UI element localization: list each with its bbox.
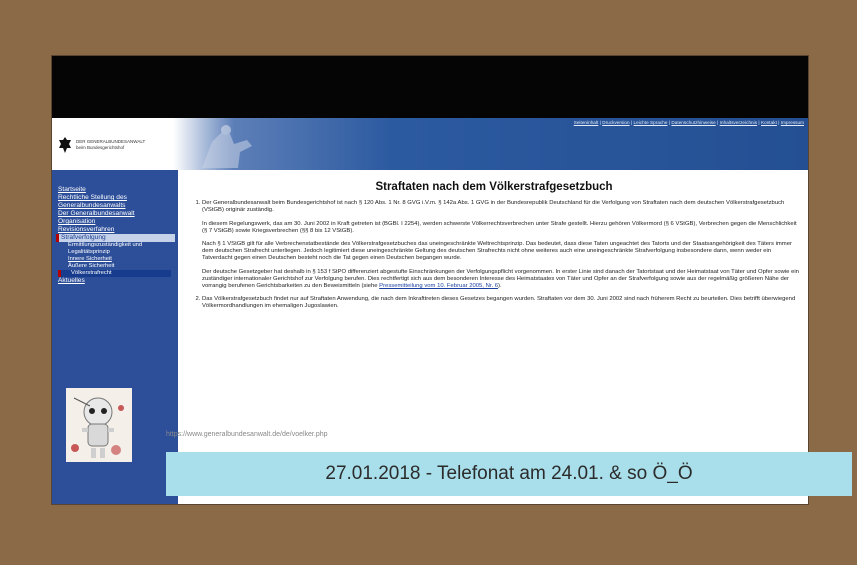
justitia-statue-image	[202, 125, 252, 168]
voodoo-doll-avatar	[66, 388, 132, 462]
caption-text: 27.01.2018 - Telefonat am 24.01. & so Ö_…	[325, 463, 693, 484]
logo-text: DER GENERALBUNDESANWALT beim Bundesgeric…	[76, 139, 145, 151]
toplink-datenschutz[interactable]: Datenschutzhinweise	[671, 120, 715, 125]
toplink-leichte-sprache[interactable]: Leichte Sprache	[634, 120, 668, 125]
nav-revisionsverfahren[interactable]: Revisionsverfahren	[58, 226, 178, 234]
list-item-2: Das Völkerstrafgesetzbuch findet nur auf…	[202, 296, 800, 310]
toplink-kontakt[interactable]: Kontakt	[761, 120, 777, 125]
sidebar: Startseite Rechtliche Stellung des Gener…	[52, 170, 178, 504]
page-title: Straftaten nach dem Völkerstrafgesetzbuc…	[375, 181, 613, 193]
list-item-1: Der Generalbundesanwalt beim Bundesgeric…	[202, 200, 800, 290]
nav-innere-sicherheit[interactable]: Innere Sicherheit	[58, 256, 178, 263]
top-links: Seiteninhalt | Druckversion | Leichte Sp…	[573, 120, 804, 125]
page-url: https://www.generalbundesanwalt.de/de/vo…	[166, 431, 328, 438]
nav-startseite[interactable]: Startseite	[58, 186, 178, 194]
nav-aktuelles[interactable]: Aktuelles	[58, 277, 178, 285]
nav-voelkerstrafrecht[interactable]: Völkerstrafrecht	[58, 270, 171, 277]
nav-strafverfolgung[interactable]: Strafverfolgung	[56, 234, 175, 242]
nav-rechtliche-stellung[interactable]: Rechtliche Stellung des Generalbundesanw…	[58, 194, 178, 210]
eagle-icon	[59, 137, 71, 153]
nav-organisation[interactable]: Organisation	[58, 218, 178, 226]
paragraph-1: Der Generalbundesanwalt beim Bundesgeric…	[202, 200, 785, 214]
content-list: Der Generalbundesanwalt beim Bundesgeric…	[188, 200, 800, 310]
sidebar-nav: Startseite Rechtliche Stellung des Gener…	[52, 170, 178, 285]
toplink-inhaltsverzeichnis[interactable]: Inhaltsverzeichnis	[720, 120, 757, 125]
site-logo[interactable]: DER GENERALBUNDESANWALT beim Bundesgeric…	[58, 132, 170, 158]
nav-der-generalbundesanwalt[interactable]: Der Generalbundesanwalt	[58, 210, 178, 218]
paragraph-4: Der deutsche Gesetzgeber hat deshalb in …	[202, 269, 800, 291]
paragraph-5: Das Völkerstrafgesetzbuch findet nur auf…	[202, 296, 796, 310]
press-release-link[interactable]: Pressemitteilung vom 10. Februar 2005, N…	[379, 283, 498, 289]
caption-banner: 27.01.2018 - Telefonat am 24.01. & so Ö_…	[166, 452, 852, 496]
top-black-bar	[52, 56, 808, 118]
paragraph-2: In diesem Regelungswerk, das am 30. Juni…	[202, 220, 797, 234]
toplink-druckversion[interactable]: Druckversion	[602, 120, 629, 125]
toplink-impressum[interactable]: Impressum	[781, 120, 804, 125]
toplink-seiteninhalt[interactable]: Seiteninhalt	[574, 120, 599, 125]
logo-line-2: beim Bundesgerichtshof	[76, 145, 125, 150]
nav-ermittlungszustaendigkeit[interactable]: Ermittlungszuständigkeit und Legalitätsp…	[58, 242, 178, 256]
paragraph-3: Nach § 1 VStGB gilt für alle Verbrechens…	[202, 241, 792, 262]
nav-aeussere-sicherheit[interactable]: Äußere Sicherheit	[58, 263, 178, 270]
site-header: DER GENERALBUNDESANWALT beim Bundesgeric…	[52, 118, 808, 170]
paragraph-4-tail: ).	[498, 283, 502, 290]
